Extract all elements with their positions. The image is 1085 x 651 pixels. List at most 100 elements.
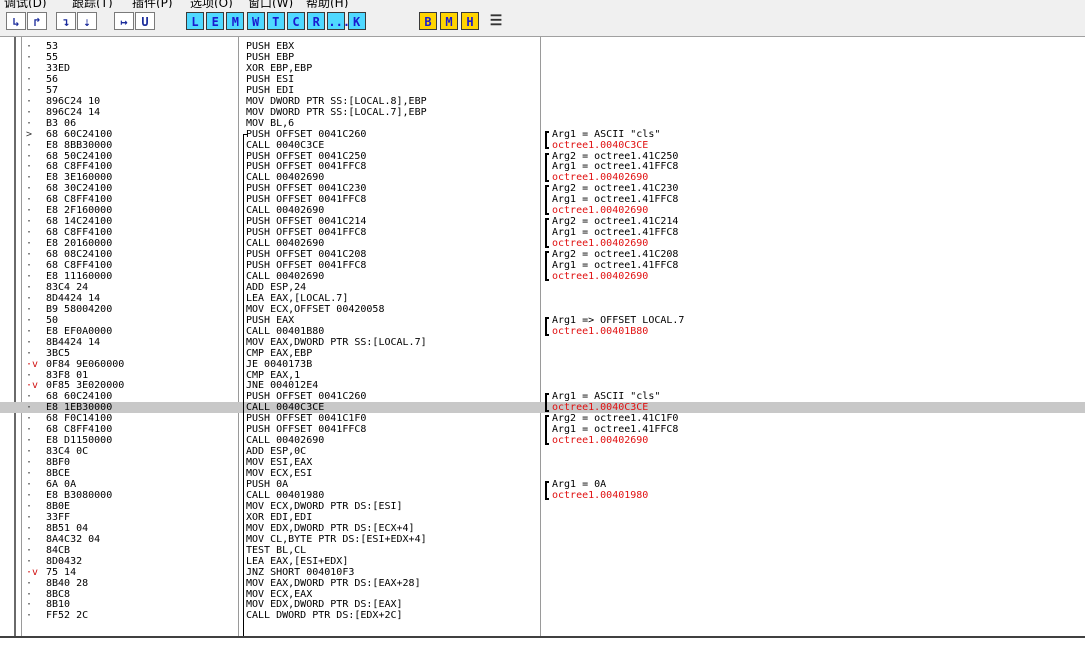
- disasm-row[interactable]: ·v 75 14 JNZ SHORT 004010F3: [0, 567, 1085, 578]
- window-button-c[interactable]: C: [287, 12, 305, 30]
- breakpoint-button-h[interactable]: H: [461, 12, 479, 30]
- menu-item[interactable]: 插件(P): [132, 0, 173, 8]
- disasm-row[interactable]: · 68 C8FF4100 PUSH OFFSET 0041FFC8 Arg1 = o…: [0, 161, 1085, 172]
- window-button-k[interactable]: K: [347, 12, 366, 30]
- trace-over-button[interactable]: ⇣: [77, 12, 97, 30]
- comment-cell: Arg1 = ASCII "cls": [552, 128, 661, 140]
- window-button-l[interactable]: L: [186, 12, 204, 30]
- disasm-row[interactable]: · 68 F0C14100 PUSH OFFSET 0041C1F0 Arg2 = o…: [0, 413, 1085, 424]
- disasm-row[interactable]: · 53 PUSH EBX: [0, 41, 1085, 52]
- disasm-row[interactable]: · B9 58004200 MOV ECX,OFFSET 00420058: [0, 304, 1085, 315]
- disasm-row[interactable]: · E8 11160000 CALL 00402690 octree1.0040269…: [0, 271, 1085, 282]
- disasm-row[interactable]: · E8 8BB30000 CALL 0040C3CE octree1.0040C3C…: [0, 140, 1085, 151]
- call-args-bracket: [545, 152, 549, 183]
- disasm-row[interactable]: · B3 06 MOV BL,6: [0, 118, 1085, 129]
- window-button-r[interactable]: R: [307, 12, 326, 30]
- window-button-w[interactable]: W: [246, 12, 265, 30]
- disasm-row[interactable]: · 56 PUSH ESI: [0, 74, 1085, 85]
- disasm-row[interactable]: · 3BC5 CMP EAX,EBP: [0, 348, 1085, 359]
- step-into-button[interactable]: ↳: [6, 12, 26, 30]
- execute-till-user-code-button[interactable]: U: [135, 12, 155, 30]
- disasm-row[interactable]: · 8B0E MOV ECX,DWORD PTR DS:[ESI]: [0, 501, 1085, 512]
- disasm-row[interactable]: · 8B40 28 MOV EAX,DWORD PTR DS:[EAX+28]: [0, 578, 1085, 589]
- disasm-row[interactable]: · E8 20160000 CALL 00402690 octree1.0040269…: [0, 238, 1085, 249]
- window-button-e[interactable]: E: [206, 12, 225, 30]
- disasm-row[interactable]: · 68 C8FF4100 PUSH OFFSET 0041FFC8 Arg1 = o…: [0, 260, 1085, 271]
- disasm-row[interactable]: · 83F8 01 CMP EAX,1: [0, 370, 1085, 381]
- row-marker: ·: [26, 238, 33, 250]
- disassembly-cell: PUSH OFFSET 0041C250: [246, 150, 367, 162]
- window-button-t[interactable]: T: [266, 12, 285, 30]
- comment-cell: Arg1 = 0A: [552, 479, 607, 490]
- disasm-row[interactable]: · 896C24 14 MOV DWORD PTR SS:[LOCAL.7],EBP: [0, 107, 1085, 118]
- disasm-row[interactable]: · E8 EF0A0000 CALL 00401B80 octree1.00401B8…: [0, 326, 1085, 337]
- disasm-row[interactable]: · E8 2F160000 CALL 00402690 octree1.0040269…: [0, 205, 1085, 216]
- hex-dump-cell: 8BF0: [46, 457, 71, 469]
- hex-dump-cell: 8B10: [46, 599, 71, 611]
- disasm-row[interactable]: · 68 C8FF4100 PUSH OFFSET 0041FFC8 Arg1 = o…: [0, 227, 1085, 238]
- disasm-row[interactable]: · E8 D1150000 CALL 00402690 octree1.0040269…: [0, 435, 1085, 446]
- menu-item[interactable]: 选项(O): [190, 0, 233, 8]
- disassembly-cell: CALL 00402690: [246, 435, 325, 447]
- disasm-row[interactable]: · 68 C8FF4100 PUSH OFFSET 0041FFC8 Arg1 = o…: [0, 424, 1085, 435]
- disasm-row[interactable]: >68 60C24100 PUSH OFFSET 0041C260 Arg1 = A…: [0, 129, 1085, 140]
- disasm-row[interactable]: · 84CB TEST BL,CL: [0, 545, 1085, 556]
- disasm-row[interactable]: · 8A4C32 04 MOV CL,BYTE PTR DS:[ESI+EDX+4]: [0, 534, 1085, 545]
- disassembly-cell: CALL 00401B80: [246, 325, 325, 337]
- disasm-row[interactable]: · 50 PUSH EAX Arg1 => OFFSET LOCAL.7: [0, 315, 1085, 326]
- disasm-row[interactable]: · 8D0432 LEA EAX,[ESI+EDX]: [0, 556, 1085, 567]
- disasm-row[interactable]: · 68 60C24100 PUSH OFFSET 0041C260 Arg1 = A…: [0, 391, 1085, 402]
- menu-item[interactable]: 帮助(H): [306, 0, 348, 8]
- step-over-button[interactable]: ↱: [27, 12, 47, 30]
- disasm-row[interactable]: · E8 1EB30000 CALL 0040C3CE octree1.0040C3C…: [0, 402, 1085, 414]
- disasm-row[interactable]: · 68 C8FF4100 PUSH OFFSET 0041FFC8 Arg1 = o…: [0, 194, 1085, 205]
- disasm-row[interactable]: · 55 PUSH EBP: [0, 52, 1085, 63]
- disasm-row[interactable]: · 33ED XOR EBP,EBP: [0, 63, 1085, 74]
- list-icon[interactable]: ☰: [487, 12, 505, 30]
- trace-into-button[interactable]: ↴: [56, 12, 76, 30]
- disassembly-cell: CALL 0040C3CE: [246, 402, 325, 414]
- disasm-row[interactable]: · 83C4 24 ADD ESP,24: [0, 282, 1085, 293]
- menu-bar: 调试(D) 跟踪(T) 插件(P) 选项(O) 窗口(W) 帮助(H): [0, 0, 1085, 8]
- disasm-row[interactable]: · 8B51 04 MOV EDX,DWORD PTR DS:[ECX+4]: [0, 523, 1085, 534]
- breakpoint-button-m[interactable]: M: [440, 12, 458, 30]
- menu-item[interactable]: 调试(D): [4, 0, 47, 8]
- disassembly-cell: PUSH EBX: [246, 41, 295, 52]
- hex-dump-cell: 8B51 04: [46, 522, 89, 534]
- menu-item[interactable]: 跟踪(T): [72, 0, 113, 8]
- disasm-row[interactable]: · 8BC8 MOV ECX,EAX: [0, 589, 1085, 600]
- window-button-ellipsis[interactable]: ...: [327, 12, 350, 30]
- disasm-row[interactable]: · 8B10 MOV EDX,DWORD PTR DS:[EAX]: [0, 599, 1085, 610]
- disasm-row[interactable]: · 83C4 0C ADD ESP,0C: [0, 446, 1085, 457]
- disasm-row[interactable]: · 8BCE MOV ECX,ESI: [0, 468, 1085, 479]
- disasm-row[interactable]: · FF52 2C CALL DWORD PTR DS:[EDX+2C]: [0, 610, 1085, 621]
- disasm-row[interactable]: · 8BF0 MOV ESI,EAX: [0, 457, 1085, 468]
- disasm-row[interactable]: · 68 30C24100 PUSH OFFSET 0041C230 Arg2 = o…: [0, 183, 1085, 194]
- execute-till-return-button[interactable]: ↦: [114, 12, 134, 30]
- disasm-row[interactable]: · 33FF XOR EDI,EDI: [0, 512, 1085, 523]
- row-marker: ·: [26, 216, 33, 228]
- cpu-disassembly-pane[interactable]: · 53 PUSH EBX · 55 PUSH EBP · 33ED XOR EBP,EBP · 5…: [0, 37, 1085, 638]
- disasm-row[interactable]: · E8 3E160000 CALL 00402690 octree1.0040269…: [0, 172, 1085, 183]
- window-button-m[interactable]: M: [226, 12, 245, 30]
- disasm-row[interactable]: · 68 08C24100 PUSH OFFSET 0041C208 Arg2 = o…: [0, 249, 1085, 260]
- menu-item[interactable]: 窗口(W): [248, 0, 293, 8]
- disasm-row[interactable]: · 57 PUSH EDI: [0, 85, 1085, 96]
- disasm-row[interactable]: ·v 0F84 9E060000 JE 0040173B: [0, 359, 1085, 370]
- hex-dump-cell: 0F84 9E060000: [46, 358, 125, 370]
- disasm-row[interactable]: ·v 0F85 3E020000 JNE 004012E4: [0, 380, 1085, 391]
- disasm-row[interactable]: · 8D4424 14 LEA EAX,[LOCAL.7]: [0, 293, 1085, 304]
- disasm-row[interactable]: · 896C24 10 MOV DWORD PTR SS:[LOCAL.8],EBP: [0, 96, 1085, 107]
- disasm-row[interactable]: · 68 50C24100 PUSH OFFSET 0041C250 Arg2 = o…: [0, 151, 1085, 162]
- row-marker: ·: [26, 227, 33, 239]
- disasm-row[interactable]: · E8 B3080000 CALL 00401980 octree1.0040198…: [0, 490, 1085, 501]
- hex-dump-cell: E8 EF0A0000: [46, 325, 113, 337]
- disasm-row[interactable]: · 68 14C24100 PUSH OFFSET 0041C214 Arg2 = o…: [0, 216, 1085, 227]
- breakpoint-button-b[interactable]: B: [419, 12, 437, 30]
- hex-dump-cell: 3BC5: [46, 347, 71, 359]
- disasm-row[interactable]: · 8B4424 14 MOV EAX,DWORD PTR SS:[LOCAL.7]: [0, 337, 1085, 348]
- disasm-row[interactable]: · 6A 0A PUSH 0A Arg1 = 0A: [0, 479, 1085, 490]
- row-marker: ·: [26, 369, 33, 381]
- disassembly-cell: MOV ECX,DWORD PTR DS:[ESI]: [246, 500, 403, 512]
- jump-arrow-icon: ·v: [26, 380, 39, 392]
